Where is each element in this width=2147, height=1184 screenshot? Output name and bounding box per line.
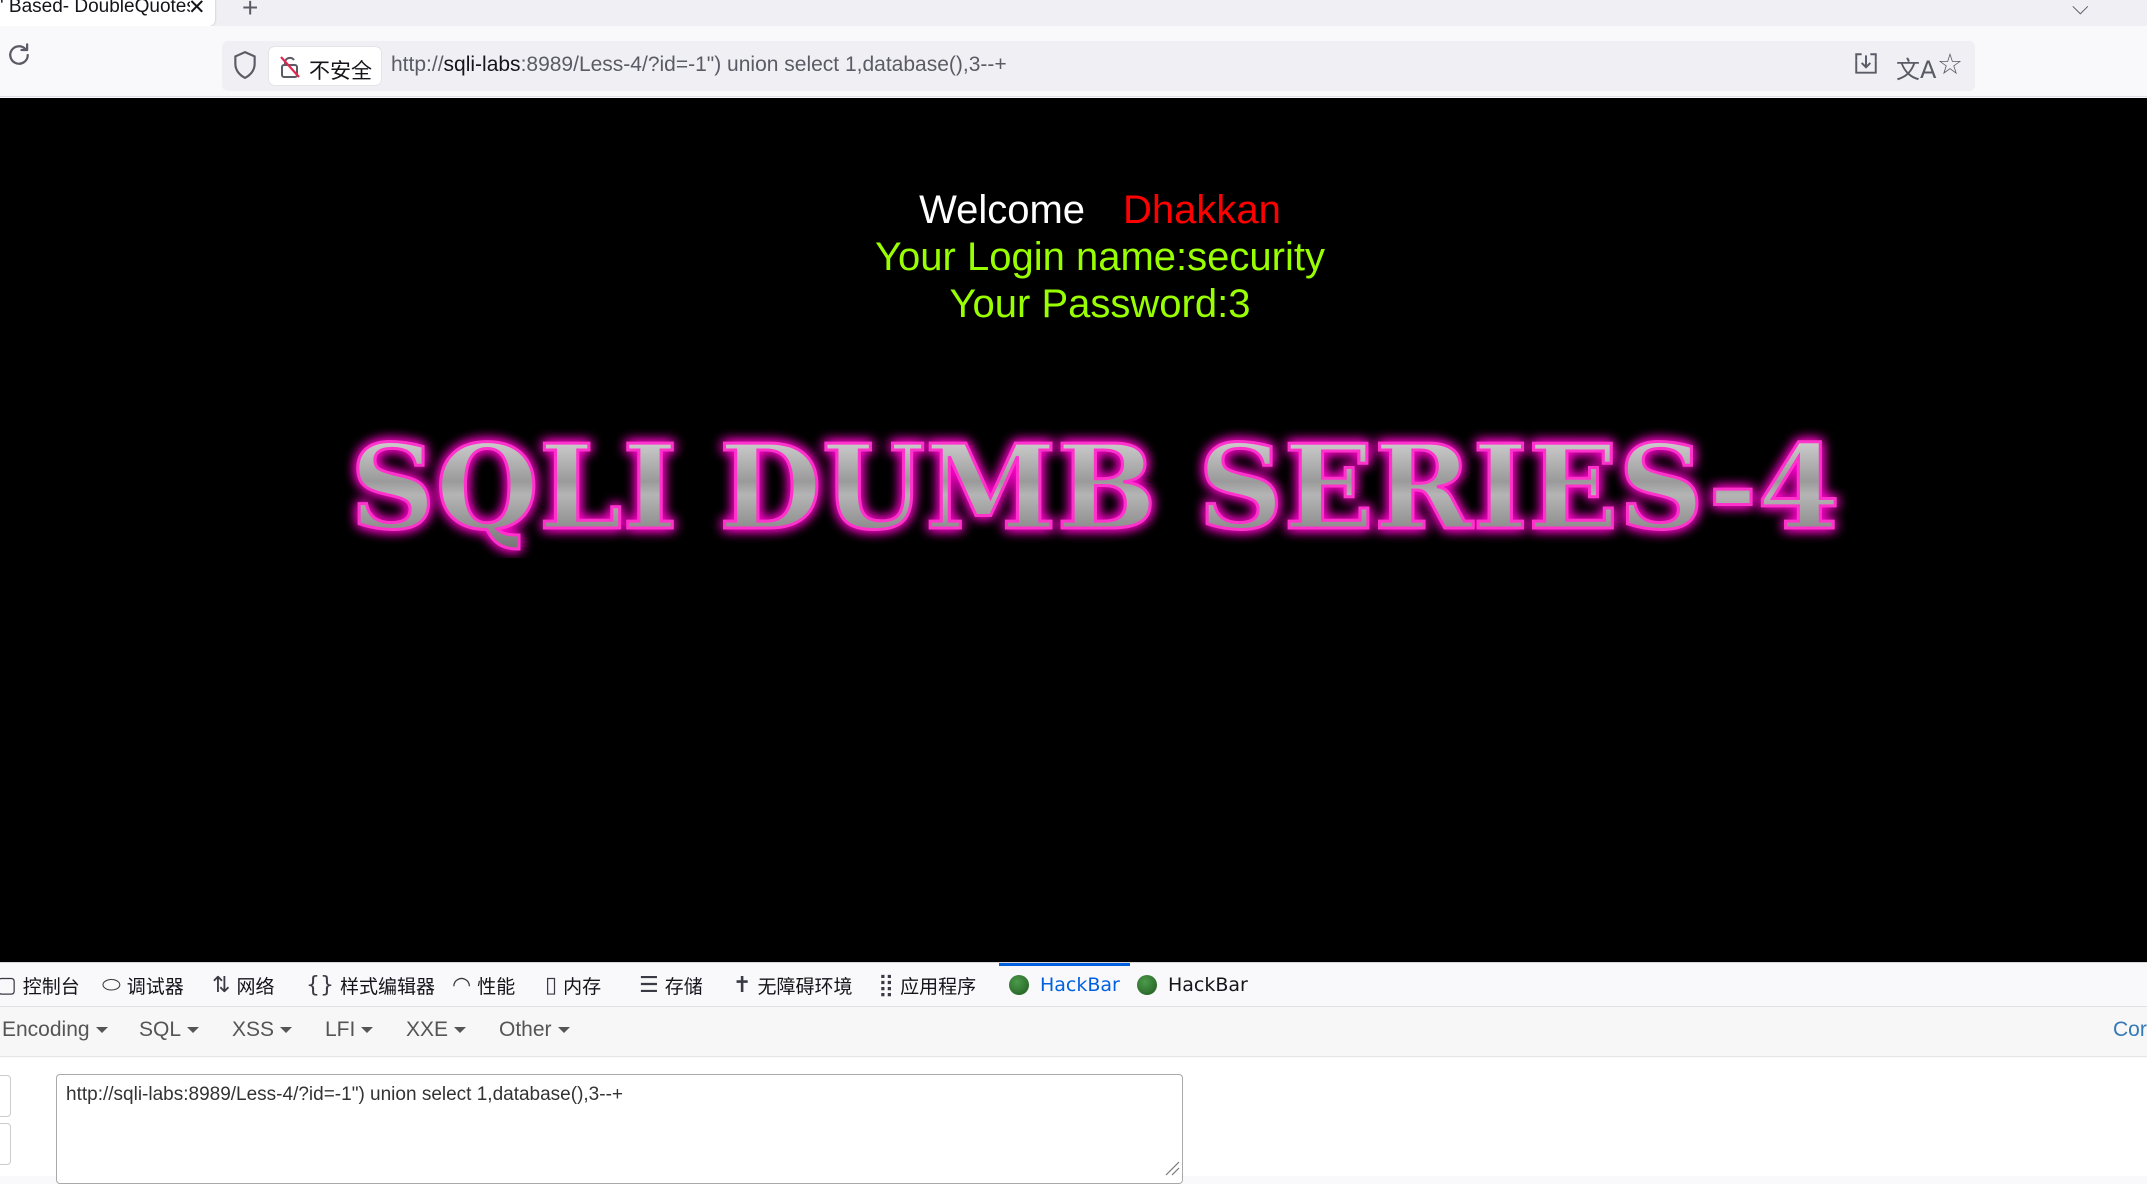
url-text[interactable]: http://sqli-labs:8989/Less-4/?id=-1") un… xyxy=(391,53,1007,77)
password-text: Your Password:3 xyxy=(949,282,1251,326)
tab-application[interactable]: ⣿ 应用程序 xyxy=(878,963,976,1007)
series-banner: SQLI DUMB SERIES-4 xyxy=(349,419,1842,558)
tab-strip: ' Based- DoubleQuotes ✕ + ⌵ xyxy=(0,0,2147,26)
performance-icon: ◠ xyxy=(452,972,472,998)
debugger-icon: ⬭ xyxy=(102,972,121,998)
split-url-button[interactable] xyxy=(0,1123,11,1165)
browser-tab[interactable]: ' Based- DoubleQuotes ✕ xyxy=(0,0,215,26)
welcome-name: Dhakkan xyxy=(1123,188,1281,232)
tab-hackbar[interactable]: HackBar xyxy=(1137,963,1248,1007)
insecure-lock-icon xyxy=(279,55,301,84)
tab-hackbar-active[interactable]: HackBar xyxy=(999,963,1130,1007)
reload-icon[interactable] xyxy=(4,40,36,72)
tab-storage[interactable]: ☰ 存储 xyxy=(639,963,703,1007)
xss-menu[interactable]: XSS xyxy=(232,1018,293,1042)
url-host: sqli-labs xyxy=(443,53,521,76)
contribute-link[interactable]: Cor xyxy=(2113,1018,2147,1042)
storage-icon: ☰ xyxy=(639,972,659,998)
translate-icon[interactable]: 文A xyxy=(1896,50,1936,85)
tab-network[interactable]: ⇅ 网络 xyxy=(212,963,274,1007)
login-name-text: Your Login name:security xyxy=(875,235,1325,279)
hackbar-body: http://sqli-labs:8989/Less-4/?id=-1") un… xyxy=(0,1058,2147,1184)
caret-down-icon xyxy=(187,1027,200,1034)
url-bar[interactable]: 不安全 http://sqli-labs:8989/Less-4/?id=-1"… xyxy=(222,41,1975,91)
lfi-menu[interactable]: LFI xyxy=(325,1018,374,1042)
url-scheme: http:// xyxy=(391,53,444,76)
hackbar-icon xyxy=(1009,975,1029,995)
tab-performance[interactable]: ◠ 性能 xyxy=(452,963,515,1007)
other-menu[interactable]: Other xyxy=(499,1018,570,1042)
caret-down-icon xyxy=(280,1027,293,1034)
hackbar-menu-bar: Encoding SQL XSS LFI XXE Other Cor xyxy=(0,1007,2147,1057)
xxe-menu[interactable]: XXE xyxy=(406,1018,467,1042)
sql-menu[interactable]: SQL xyxy=(139,1018,200,1042)
insecure-label: 不安全 xyxy=(309,59,372,83)
style-editor-icon: {} xyxy=(306,972,334,998)
tracking-shield-icon[interactable] xyxy=(232,50,258,85)
welcome-text: Welcome xyxy=(919,188,1086,232)
banner-text: SQLI DUMB SERIES-4 xyxy=(350,420,1840,556)
caret-down-icon xyxy=(454,1027,467,1034)
bookmark-star-icon[interactable]: ☆ xyxy=(1937,47,1963,82)
network-icon: ⇅ xyxy=(212,972,231,998)
encoding-menu[interactable]: Encoding xyxy=(2,1018,108,1042)
site-security-button[interactable]: 不安全 xyxy=(269,47,381,85)
tab-memory[interactable]: ▯ 内存 xyxy=(545,963,601,1007)
navigation-bar: 不安全 http://sqli-labs:8989/Less-4/?id=-1"… xyxy=(0,26,2147,97)
load-url-button[interactable] xyxy=(0,1075,11,1117)
hackbar-url-input[interactable]: http://sqli-labs:8989/Less-4/?id=-1") un… xyxy=(56,1074,1183,1184)
tab-title: ' Based- DoubleQuotes xyxy=(0,0,190,17)
caret-down-icon xyxy=(361,1027,374,1034)
devtools-tab-bar: ▢ 控制台 ⬭ 调试器 ⇅ 网络 {} 样式编辑器 ◠ 性能 ▯ 内存 ☰ 存储 ✝ 无障碍环境… xyxy=(0,963,2147,1007)
application-icon: ⣿ xyxy=(878,972,895,998)
console-icon: ▢ xyxy=(0,972,17,998)
url-path: :8989/Less-4/?id=-1") union select 1,dat… xyxy=(520,53,1007,76)
hackbar-icon xyxy=(1137,975,1157,995)
caret-down-icon xyxy=(557,1027,570,1034)
new-tab-icon[interactable]: + xyxy=(242,0,258,24)
page-content: Welcome Dhakkan Your Login name:security … xyxy=(0,98,2147,962)
save-page-icon[interactable] xyxy=(1853,51,1879,82)
tab-debugger[interactable]: ⬭ 调试器 xyxy=(102,963,184,1007)
chevron-down-icon[interactable]: ⌵ xyxy=(2072,0,2089,20)
tab-style-editor[interactable]: {} 样式编辑器 xyxy=(306,963,435,1007)
tab-console[interactable]: ▢ 控制台 xyxy=(0,963,80,1007)
tab-accessibility[interactable]: ✝ 无障碍环境 xyxy=(733,963,852,1007)
resize-grip-icon[interactable] xyxy=(1162,1158,1180,1181)
tab-close-icon[interactable]: ✕ xyxy=(188,0,206,20)
welcome-line: Welcome Dhakkan xyxy=(0,188,2147,233)
devtools-panel: ▢ 控制台 ⬭ 调试器 ⇅ 网络 {} 样式编辑器 ◠ 性能 ▯ 内存 ☰ 存储 ✝ 无障碍环境… xyxy=(0,962,2147,1184)
memory-icon: ▯ xyxy=(545,972,558,998)
accessibility-icon: ✝ xyxy=(733,972,752,998)
caret-down-icon xyxy=(95,1027,108,1034)
